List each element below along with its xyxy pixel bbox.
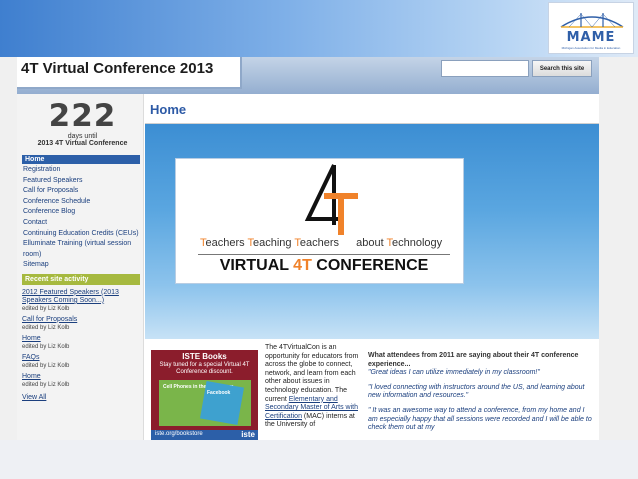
ad-footer: iste.org/bookstore iste [151,430,258,440]
tagline-word: echnology [391,237,443,249]
testimonial-quote: "Great ideas I can utilize immediately i… [368,369,540,377]
testimonial-quote: " It was an awesome way to attend a conf… [368,406,592,432]
tagline-word: about [356,237,387,249]
logo-text: MAME [566,30,616,45]
countdown-widget: 222 days until 2013 4T Virtual Conferenc… [22,98,143,147]
sidebar: 222 days until 2013 4T Virtual Conferenc… [17,94,144,440]
ad-url: iste.org/bookstore [155,431,203,437]
vc-accent: 4T [293,257,312,274]
testimonials: What attendees from 2011 are saying abou… [368,352,596,433]
view-all-link[interactable]: View All [22,394,143,401]
testimonial-quote: "I loved connecting with instructors aro… [368,383,585,400]
slide-background-top [0,0,638,57]
conference-banner: Teachers Teaching Teachers about Technol… [145,124,599,339]
sidebar-item-contact[interactable]: Contact [22,218,140,229]
ad-subtext: Stay tuned for a special Virtual 4T Conf… [159,362,250,375]
iste-logo: iste [241,430,255,439]
search-input[interactable] [441,60,529,77]
countdown-label: days until [67,133,98,140]
intro-text: The 4TVirtualCon is an opportunity for e… [265,344,359,403]
testimonials-heading: What attendees from 2011 are saying abou… [368,352,579,368]
bridge-icon [560,13,624,28]
countdown-number: 222 [48,98,117,134]
vc-text: CONFERENCE [311,257,429,274]
sidebar-item-ceus[interactable]: Continuing Education Credits (CEUs) [22,229,140,240]
tagline-word: eachers [299,237,343,249]
recent-activity-item: FAQs edited by Liz Kolb [22,354,140,369]
recent-activity-item: Call for Proposals edited by Liz Kolb [22,316,140,331]
recent-activity-item: 2012 Featured Speakers (2013 Speakers Co… [22,289,140,312]
sidebar-item-conference-schedule[interactable]: Conference Schedule [22,197,140,208]
recent-activity-editor: edited by Liz Kolb [22,324,70,331]
sidebar-item-registration[interactable]: Registration [22,165,140,176]
iste-books-ad[interactable]: ISTE Books Stay tuned for a special Virt… [151,350,258,440]
sidebar-item-elluminate-training[interactable]: Elluminate Training (virtual session roo… [22,239,140,260]
tagline-word: eachers [205,237,248,249]
slide-background-bottom [0,440,638,479]
main-content: Home Teachers Teaching Teachers about Te… [145,94,599,440]
logo-subtitle: Michigan Association for Media in Educat… [561,46,621,50]
recent-activity-link[interactable]: Home [22,373,140,381]
logo-divider [198,254,450,255]
search-button[interactable]: Search this site [532,60,592,77]
recent-activity-editor: edited by Liz Kolb [22,343,70,350]
mame-logo: MAME Michigan Association for Media in E… [548,2,634,54]
vc-text: VIRTUAL [219,257,294,274]
conference-tagline: Teachers Teaching Teachers about Technol… [200,237,442,249]
recent-activity-editor: edited by Liz Kolb [22,305,70,312]
sidebar-item-call-for-proposals[interactable]: Call for Proposals [22,186,140,197]
four-t-logo-icon [304,164,358,235]
sidebar-item-conference-blog[interactable]: Conference Blog [22,207,140,218]
page-title: Home [150,102,187,117]
recent-activity-link[interactable]: FAQs [22,354,140,362]
recent-activity-link[interactable]: Call for Proposals [22,316,140,324]
recent-activity-item: Home edited by Liz Kolb [22,373,140,388]
browser-page: 4T Virtual Conference 2013 Search this s… [17,57,599,440]
ad-heading: ISTE Books [182,352,227,361]
recent-activity-header: Recent site activity [22,273,140,285]
sidebar-nav: Registration Featured Speakers Call for … [22,165,143,271]
recent-activity-item: Home edited by Liz Kolb [22,335,140,350]
virtual-conference-title: VIRTUAL 4T CONFERENCE [198,257,450,275]
sidebar-item-sitemap[interactable]: Sitemap [22,260,140,271]
countdown-event: 2013 4T Virtual Conference [37,140,128,147]
site-header: 4T Virtual Conference 2013 Search this s… [17,57,599,94]
conference-logo: Teachers Teaching Teachers about Technol… [175,158,464,284]
sidebar-item-featured-speakers[interactable]: Featured Speakers [22,176,140,187]
ad-book-cover [199,380,245,426]
recent-activity-editor: edited by Liz Kolb [22,381,70,388]
site-title[interactable]: 4T Virtual Conference 2013 [17,57,242,89]
ad-book-covers: Cell Phones in the Classroom Facebook [159,380,251,426]
recent-activity-link[interactable]: Home [22,335,140,343]
intro-paragraph: The 4TVirtualCon is an opportunity for e… [265,344,361,430]
recent-activity-editor: edited by Liz Kolb [22,362,70,369]
recent-activity-link[interactable]: 2012 Featured Speakers (2013 Speakers Co… [22,289,140,305]
sidebar-item-home[interactable]: Home [22,155,140,164]
ad-book-title: Facebook [207,390,231,396]
tagline-word: eaching [253,237,295,249]
